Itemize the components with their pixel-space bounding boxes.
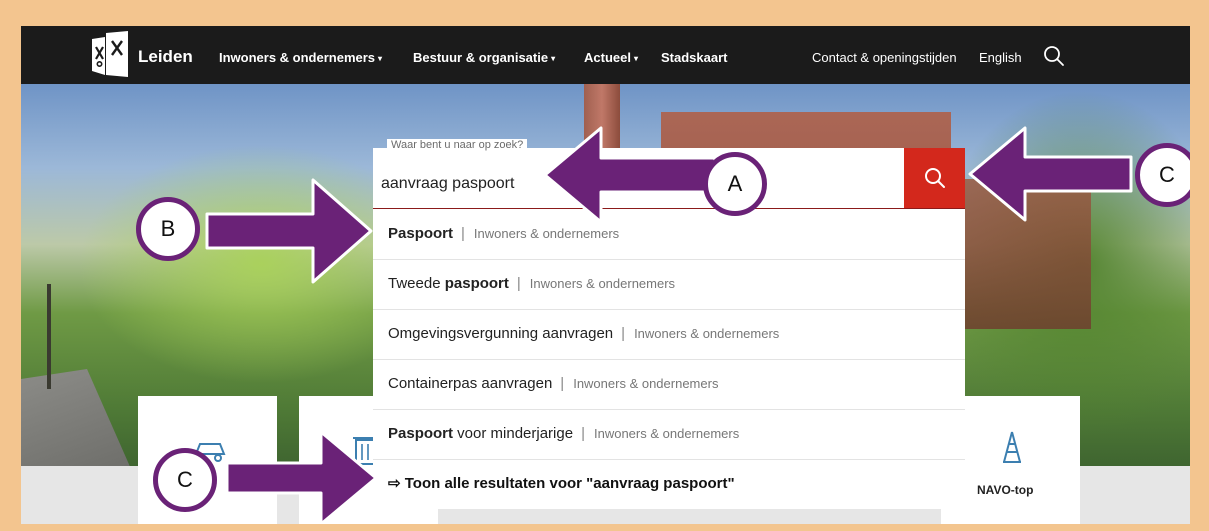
annotation-arrow-c-bottom	[225, 430, 378, 524]
suggestion-category: Inwoners & ondernemers	[473, 226, 620, 241]
nav-language-english[interactable]: English	[979, 50, 1022, 65]
suggestion-item[interactable]: Tweede paspoort | Inwoners & ondernemers	[373, 259, 965, 310]
search-submit-button[interactable]	[904, 148, 965, 208]
suggestion-item[interactable]: Omgevingsvergunning aanvragen | Inwoners &…	[373, 309, 965, 360]
suggestion-category: Inwoners & ondernemers	[634, 326, 780, 341]
annotation-label-a: A	[703, 152, 767, 216]
hero-lamppost	[47, 284, 51, 389]
annotation-arrow-c-top	[968, 126, 1133, 222]
nav-stadskaart[interactable]: Stadskaart	[661, 50, 727, 65]
search-label: Waar bent u naar op zoek?	[387, 139, 528, 151]
brand-name[interactable]: Leiden	[138, 47, 193, 67]
search-icon	[924, 168, 945, 188]
suggestion-item[interactable]: Containerpas aanvragen | Inwoners & ondern…	[373, 359, 965, 410]
nav-item-label: Bestuur & organisatie	[413, 50, 549, 65]
suggestion-item[interactable]: Paspoort voor minderjarige | Inwoners & on…	[373, 409, 965, 460]
caret-down-icon: ▾	[551, 54, 556, 64]
annotation-label-b: B	[136, 197, 200, 261]
nav-item-label: Stadskaart	[661, 50, 728, 65]
browser-viewport: Leiden Inwoners & ondernemers ▾ Bestuur &…	[21, 26, 1190, 524]
show-all-results-link[interactable]: ⇨ Toon alle resultaten voor "aanvraag pa…	[388, 459, 735, 509]
nav-contact-openingstijden[interactable]: Contact & openingstijden	[812, 50, 957, 65]
nav-item-label: Inwoners & ondernemers	[219, 50, 376, 65]
nav-bestuur-organisatie[interactable]: Bestuur & organisatie ▾	[413, 50, 555, 65]
suggestion-category: Inwoners & ondernemers	[529, 276, 676, 291]
nav-actueel[interactable]: Actueel ▾	[584, 50, 638, 65]
search-suggestions-dropdown: Paspoort | Inwoners & ondernemers Tweede p…	[373, 209, 965, 509]
annotation-label-c-bottom: C	[153, 448, 217, 512]
annotation-arrow-a	[543, 126, 717, 224]
annotation-label-c-top: C	[1135, 143, 1190, 207]
suggestion-category: Inwoners & ondernemers	[593, 426, 740, 441]
suggestion-category: Inwoners & ondernemers	[573, 376, 719, 391]
navo-top-label: NAVO-top	[977, 483, 1034, 497]
landmark-tower-icon	[1003, 431, 1021, 463]
hero-path	[21, 369, 131, 466]
nav-inwoners-ondernemers[interactable]: Inwoners & ondernemers ▾	[219, 50, 382, 65]
nav-item-label: Actueel	[584, 50, 631, 65]
annotation-arrow-b	[205, 178, 373, 284]
top-navbar: Leiden Inwoners & ondernemers ▾ Bestuur &…	[21, 26, 1190, 84]
leiden-logo-icon[interactable]	[92, 31, 130, 77]
search-icon[interactable]	[1043, 45, 1065, 67]
caret-down-icon: ▾	[633, 54, 638, 64]
caret-down-icon: ▾	[378, 54, 383, 64]
